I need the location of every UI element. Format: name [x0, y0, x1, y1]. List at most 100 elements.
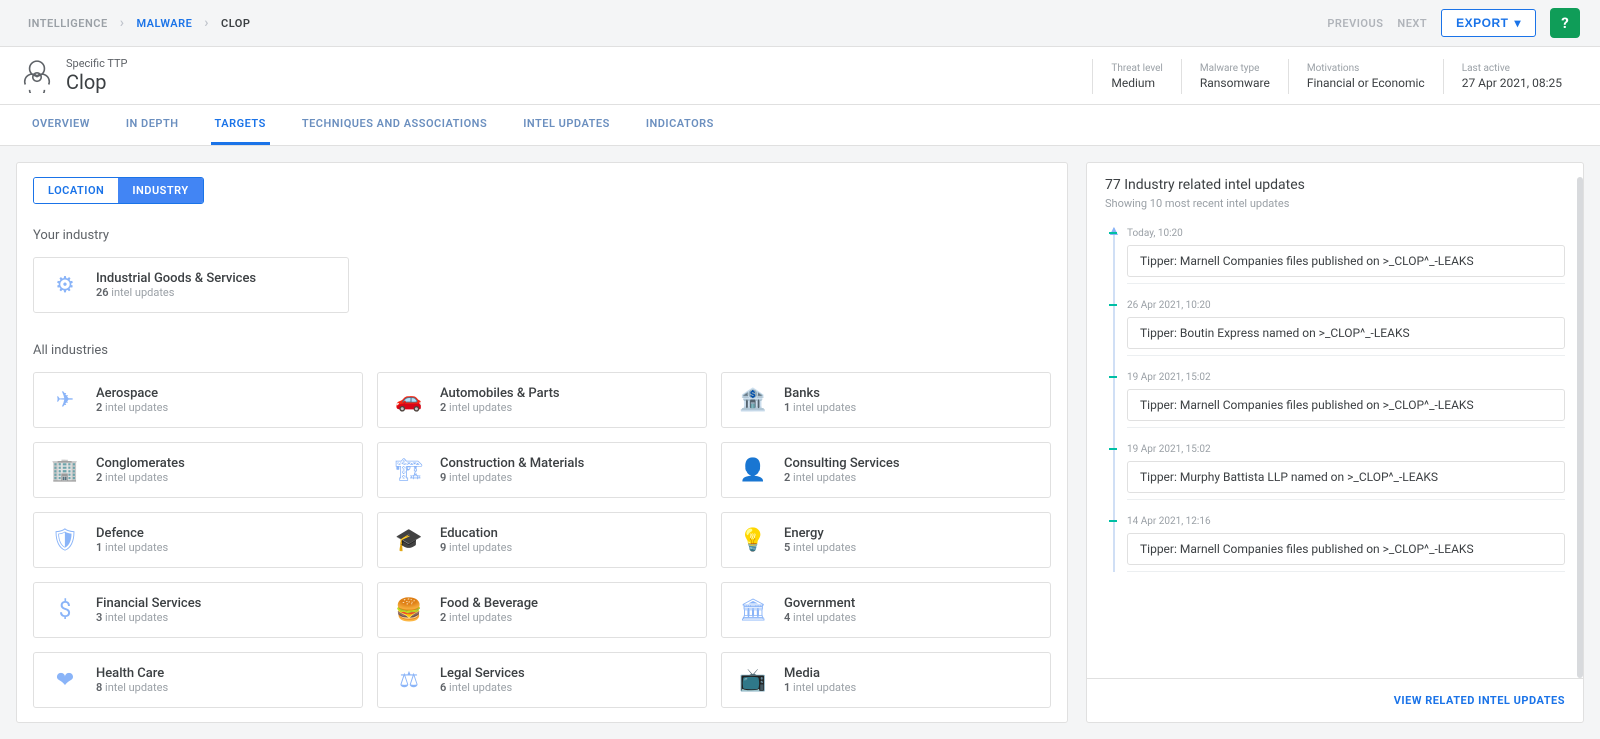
- industry-card[interactable]: 📺Media1 intel updates: [721, 652, 1051, 708]
- industry-count: 3 intel updates: [96, 611, 201, 624]
- title-overline: Specific TTP: [66, 57, 128, 70]
- industry-count: 26 intel updates: [96, 286, 256, 299]
- tab-targets[interactable]: Targets: [211, 105, 270, 145]
- industry-count: 2 intel updates: [440, 611, 538, 624]
- industry-name: Financial Services: [96, 596, 201, 611]
- scrollbar[interactable]: [1577, 177, 1583, 678]
- industry-count: 9 intel updates: [440, 541, 512, 554]
- timeline-card[interactable]: Tipper: Marnell Companies files publishe…: [1127, 389, 1565, 421]
- breadcrumb-current: Clop: [213, 13, 258, 34]
- previous-button[interactable]: Previous: [1327, 17, 1383, 30]
- topbar: Intelligence › Malware › Clop Previous N…: [0, 0, 1600, 47]
- intel-updates-panel: 77 Industry related intel updates Showin…: [1086, 162, 1584, 723]
- bank-icon: 🏦: [736, 383, 770, 417]
- industry-name: Aerospace: [96, 386, 168, 401]
- subtab-location[interactable]: Location: [34, 178, 118, 203]
- tab-intel-updates[interactable]: Intel Updates: [519, 105, 614, 145]
- crane-icon: 🏗: [392, 453, 426, 487]
- arrow-up-icon: ▲: [1107, 222, 1121, 239]
- graduation-icon: 🎓: [392, 523, 426, 557]
- industry-card[interactable]: 🏗Construction & Materials9 intel updates: [377, 442, 707, 498]
- timeline-item: 19 Apr 2021, 15:02Tipper: Marnell Compan…: [1127, 372, 1565, 428]
- industry-count: 1 intel updates: [784, 681, 856, 694]
- tab-in-depth[interactable]: In Depth: [122, 105, 183, 145]
- help-icon: ?: [1561, 14, 1568, 32]
- all-industries-label: All industries: [33, 343, 1051, 358]
- subtab-industry[interactable]: Industry: [118, 178, 202, 203]
- industry-card[interactable]: 💡Energy5 intel updates: [721, 512, 1051, 568]
- updates-footer: View Related Intel Updates: [1087, 678, 1583, 722]
- timeline-date: Today, 10:20: [1127, 228, 1565, 239]
- industry-card[interactable]: 🏦Banks1 intel updates: [721, 372, 1051, 428]
- meta-row: Threat levelMediumMalware typeRansomware…: [1092, 59, 1580, 102]
- industry-card[interactable]: ❤Health Care8 intel updates: [33, 652, 363, 708]
- bulb-icon: 💡: [736, 523, 770, 557]
- industry-card[interactable]: 🚗 Automobiles & Parts2 intel updates: [377, 372, 707, 428]
- industry-card[interactable]: 🎓Education9 intel updates: [377, 512, 707, 568]
- industry-count: 1 intel updates: [96, 541, 168, 554]
- industry-count: 5 intel updates: [784, 541, 856, 554]
- industry-card[interactable]: 👤Consulting Services2 intel updates: [721, 442, 1051, 498]
- industry-count: 1 intel updates: [784, 401, 856, 414]
- timeline-card[interactable]: Tipper: Marnell Companies files publishe…: [1127, 533, 1565, 565]
- tab-indicators[interactable]: Indicators: [642, 105, 718, 145]
- next-button[interactable]: Next: [1397, 17, 1427, 30]
- industry-count: 2 intel updates: [440, 401, 560, 414]
- meta-item: Malware typeRansomware: [1181, 59, 1288, 94]
- industry-card[interactable]: 🏛Government4 intel updates: [721, 582, 1051, 638]
- meta-value: Financial or Economic: [1307, 76, 1425, 90]
- industry-name: Construction & Materials: [440, 456, 584, 471]
- plane-icon: ✈: [48, 383, 82, 417]
- industry-name: Defence: [96, 526, 168, 541]
- target-subtabs: Location Industry: [33, 177, 204, 204]
- meta-value: 27 Apr 2021, 08:25: [1462, 76, 1562, 90]
- chevron-right-icon: ›: [204, 15, 209, 31]
- industry-card[interactable]: 🍔Food & Beverage2 intel updates: [377, 582, 707, 638]
- industry-card[interactable]: $ Financial Services3 intel updates: [33, 582, 363, 638]
- main-tabs: Overview In Depth Targets Techniques and As…: [0, 105, 1600, 146]
- industry-count: 2 intel updates: [96, 401, 168, 414]
- page-header: Specific TTP Clop Threat levelMediumMalw…: [0, 47, 1600, 105]
- export-button[interactable]: Export ▾: [1441, 9, 1536, 37]
- chevron-right-icon: ›: [120, 15, 125, 31]
- meta-label: Motivations: [1307, 63, 1425, 74]
- timeline-card[interactable]: Tipper: Murphy Battista LLP named on >_C…: [1127, 461, 1565, 493]
- industry-name: Automobiles & Parts: [440, 386, 560, 401]
- featured-industry-card[interactable]: ⚙Industrial Goods & Services26 intel upd…: [33, 257, 349, 313]
- breadcrumb: Intelligence › Malware › Clop: [20, 13, 258, 34]
- meta-item: Threat levelMedium: [1092, 59, 1180, 94]
- industry-name: Legal Services: [440, 666, 525, 681]
- dollar-icon: $: [48, 593, 82, 627]
- view-related-updates-link[interactable]: View Related Intel Updates: [1394, 694, 1565, 707]
- industry-card[interactable]: ✈ Aerospace2 intel updates: [33, 372, 363, 428]
- car-icon: 🚗: [392, 383, 426, 417]
- breadcrumb-intelligence[interactable]: Intelligence: [20, 13, 116, 34]
- divider: [1127, 571, 1565, 572]
- topbar-actions: Previous Next Export ▾ ?: [1327, 8, 1580, 38]
- media-icon: 📺: [736, 663, 770, 697]
- timeline-item: 26 Apr 2021, 10:20Tipper: Boutin Express…: [1127, 300, 1565, 356]
- tab-techniques-and-associations[interactable]: Techniques and Associations: [298, 105, 491, 145]
- export-label: Export: [1456, 16, 1508, 30]
- updates-title: 77 Industry related intel updates: [1105, 177, 1565, 193]
- industry-card[interactable]: 🛡Defence1 intel updates: [33, 512, 363, 568]
- updates-subtitle: Showing 10 most recent intel updates: [1105, 197, 1565, 210]
- help-button[interactable]: ?: [1550, 8, 1580, 38]
- industry-card[interactable]: ⚖Legal Services6 intel updates: [377, 652, 707, 708]
- industry-count: 2 intel updates: [784, 471, 900, 484]
- divider: [1127, 427, 1565, 428]
- main-content: Location Industry Your industry ⚙Industr…: [0, 146, 1600, 739]
- timeline-card[interactable]: Tipper: Marnell Companies files publishe…: [1127, 245, 1565, 277]
- tab-overview[interactable]: Overview: [28, 105, 94, 145]
- industry-card[interactable]: 🏢Conglomerates2 intel updates: [33, 442, 363, 498]
- meta-label: Last active: [1462, 63, 1562, 74]
- timeline-item: 19 Apr 2021, 15:02Tipper: Murphy Battist…: [1127, 444, 1565, 500]
- breadcrumb-malware[interactable]: Malware: [128, 13, 200, 34]
- meta-value: Medium: [1111, 76, 1162, 90]
- industry-count: 8 intel updates: [96, 681, 168, 694]
- industry-name: Consulting Services: [784, 456, 900, 471]
- industry-grid: ✈Aerospace2 intel updates🚗Automobiles & …: [33, 372, 1051, 708]
- industry-name: Food & Beverage: [440, 596, 538, 611]
- timeline-card[interactable]: Tipper: Boutin Express named on >_CLOP^_…: [1127, 317, 1565, 349]
- caret-down-icon: ▾: [1514, 16, 1521, 30]
